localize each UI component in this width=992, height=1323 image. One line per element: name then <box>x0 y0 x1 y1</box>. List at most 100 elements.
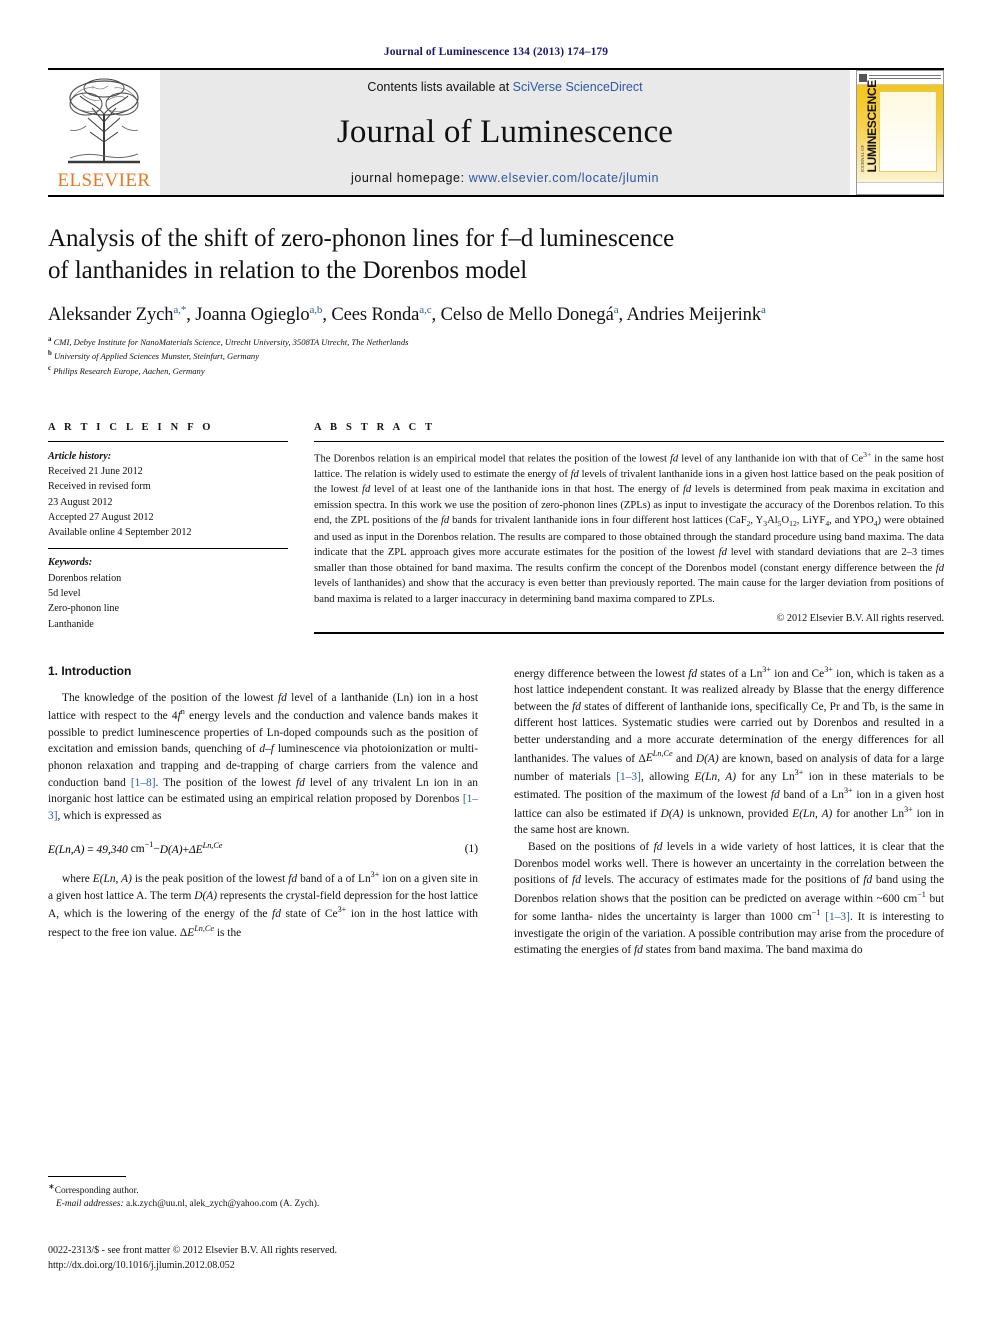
running-head: Journal of Luminescence 134 (2013) 174–1… <box>383 46 609 58</box>
citation-ref[interactable]: [1–3] <box>616 771 641 783</box>
contents-prefix: Contents lists available at <box>367 80 513 94</box>
affiliation-text: University of Applied Sciences Munster, … <box>53 351 260 362</box>
email-label: E-mail addresses: <box>56 1199 124 1210</box>
intro-paragraph-2: where E(Ln, A) is the peak position of t… <box>48 870 479 939</box>
elsevier-wordmark: ELSEVIER <box>57 170 151 191</box>
keyword-item: 5d level <box>48 588 81 600</box>
asterisk-icon: ∗ <box>48 1182 55 1191</box>
cover-footer-strip <box>857 182 943 194</box>
corresponding-author-text: Corresponding author. <box>54 1186 139 1197</box>
doi-line[interactable]: http://dx.doi.org/10.1016/j.jlumin.2012.… <box>48 1258 568 1273</box>
affiliation-item: b University of Applied Sciences Munster… <box>48 349 944 363</box>
equation-1: E(Ln,A) = 49,340 cm−1−D(A)+ΔELn,Ce (1) <box>48 841 478 856</box>
masthead-bottom-rule <box>48 195 944 197</box>
history-item: Received 21 June 2012 <box>48 465 143 477</box>
equation-1-body: E(Ln,A) = 49,340 cm−1−D(A)+ΔELn,Ce <box>48 840 223 856</box>
author-affil-marker: a,b <box>309 304 323 316</box>
cover-header-text-lines <box>869 74 941 81</box>
journal-masthead: ELSEVIER Contents lists available at Sci… <box>48 70 944 195</box>
history-item: 23 August 2012 <box>48 496 113 508</box>
article-history: Article history: Received 21 June 2012 R… <box>48 449 288 541</box>
author-item: Joanna Ogiegloa,b <box>195 304 323 326</box>
email-addresses[interactable]: a.k.zych@uu.nl, alek_zych@yahoo.com (A. … <box>126 1199 319 1209</box>
issn-copyright-line: 0022-2313/$ - see front matter © 2012 El… <box>48 1245 338 1256</box>
affiliation-list: a CMI, Debye Institute for NanoMaterials… <box>48 335 944 378</box>
elsevier-logo: ELSEVIER <box>48 70 160 195</box>
author-affil-marker: a,* <box>173 304 187 316</box>
body-columns: 1. Introduction The knowledge of the pos… <box>48 664 944 959</box>
affiliation-item: a CMI, Debye Institute for NanoMaterials… <box>48 335 944 349</box>
affiliation-text: Philips Research Europe, Aachen, Germany <box>53 365 205 376</box>
masthead-band: Contents lists available at SciVerse Sci… <box>160 70 850 195</box>
footnote-block: ∗Corresponding author. E-mail addresses:… <box>48 1176 478 1212</box>
abstract-heading: A B S T R A C T <box>314 421 436 433</box>
author-item: Cees Rondaa,c <box>331 304 432 326</box>
keywords-rule <box>48 548 288 550</box>
page-title: Analysis of the shift of zero-phonon lin… <box>48 223 944 286</box>
corresponding-author-note: ∗Corresponding author. <box>48 1181 478 1198</box>
body-column-left: 1. Introduction The knowledge of the pos… <box>48 664 478 959</box>
article-info-column: A R T I C L E I N F O Article history: R… <box>48 422 288 634</box>
journal-title: Journal of Luminescence <box>336 114 674 150</box>
homepage-url-link[interactable]: www.elsevier.com/locate/jlumin <box>469 171 659 185</box>
page-footer: 0022-2313/$ - see front matter © 2012 El… <box>48 1243 568 1273</box>
elsevier-tree-icon <box>68 78 140 164</box>
history-item: Accepted 27 August 2012 <box>48 511 154 523</box>
history-item: Available online 4 September 2012 <box>48 527 192 539</box>
footnote-rule <box>48 1176 126 1177</box>
keyword-item: Lanthanide <box>48 618 94 630</box>
affiliation-item: c Philips Research Europe, Aachen, Germa… <box>48 364 944 378</box>
citation-ref[interactable]: [1–3] <box>48 793 478 822</box>
keyword-item: Dorenbos relation <box>48 572 122 584</box>
cover-artwork: JOURNAL OF LUMINESCENCE <box>857 80 943 182</box>
title-line-2: of lanthanides in relation to the Dorenb… <box>48 256 528 284</box>
equation-1-number: (1) <box>464 843 478 856</box>
paper-page: Journal of Luminescence 134 (2013) 174–1… <box>0 0 992 1323</box>
info-abstract-row: A R T I C L E I N F O Article history: R… <box>48 422 944 634</box>
author-affil-marker: a <box>613 304 619 316</box>
article-history-label: Article history: <box>48 450 112 462</box>
author-item: Celso de Mello Donegáa <box>440 304 619 326</box>
affiliation-marker: c <box>48 364 52 372</box>
journal-cover-thumbnail: JOURNAL OF LUMINESCENCE <box>856 70 944 195</box>
cover-title-vertical: JOURNAL OF LUMINESCENCE <box>859 80 879 172</box>
sciencedirect-link[interactable]: SciVerse ScienceDirect <box>513 80 643 94</box>
keywords-label: Keywords: <box>48 557 93 569</box>
article-info-heading: A R T I C L E I N F O <box>48 421 214 433</box>
intro-paragraph-4: Based on the positions of fd levels in a… <box>514 840 945 957</box>
keyword-item: Zero-phonon line <box>48 603 120 615</box>
homepage-prefix: journal homepage: <box>350 171 469 185</box>
abstract-column: A B S T R A C T The Dorenbos relation is… <box>314 422 944 634</box>
email-note: E-mail addresses: a.k.zych@uu.nl, alek_z… <box>48 1198 478 1211</box>
affiliation-text: CMI, Debye Institute for NanoMaterials S… <box>53 337 409 348</box>
abstract-rule <box>314 440 944 442</box>
cover-inner-panel <box>879 91 937 172</box>
history-item: Received in revised form <box>48 481 151 493</box>
author-item: Aleksander Zycha,* <box>48 304 187 326</box>
abstract-bottom-rule <box>314 631 944 634</box>
section-heading-introduction: 1. Introduction <box>48 663 132 678</box>
author-list: Aleksander Zycha,*, Joanna Ogiegloa,b, C… <box>48 304 766 326</box>
journal-homepage-line: journal homepage: www.elsevier.com/locat… <box>351 171 659 185</box>
abstract-text: The Dorenbos relation is an empirical mo… <box>314 449 944 606</box>
cover-kicker: JOURNAL OF <box>859 144 865 172</box>
intro-paragraph-3: energy difference between the lowest fd … <box>514 664 945 837</box>
citation-ref[interactable]: [1–8] <box>131 777 156 789</box>
author-item: Andries Meijerinka <box>626 304 766 326</box>
title-block: Analysis of the shift of zero-phonon lin… <box>48 223 944 378</box>
contents-available-line: Contents lists available at SciVerse Sci… <box>367 80 642 94</box>
citation-ref[interactable]: [1–3] <box>825 911 850 923</box>
intro-paragraph-1: The knowledge of the position of the low… <box>48 691 478 822</box>
title-line-1: Analysis of the shift of zero-phonon lin… <box>48 225 675 252</box>
keywords-block: Keywords: Dorenbos relation 5d level Zer… <box>48 555 288 631</box>
cover-footer-right <box>939 187 940 191</box>
article-info-rule <box>48 440 288 442</box>
affiliation-marker: a <box>48 336 52 344</box>
abstract-copyright: © 2012 Elsevier B.V. All rights reserved… <box>776 612 944 624</box>
author-affil-marker: a,c <box>419 304 432 316</box>
affiliation-marker: b <box>48 350 52 358</box>
body-column-right: energy difference between the lowest fd … <box>514 664 944 959</box>
author-affil-marker: a <box>760 304 766 316</box>
cover-main-title: LUMINESCENCE <box>864 79 879 172</box>
cover-footer-left <box>860 187 861 191</box>
